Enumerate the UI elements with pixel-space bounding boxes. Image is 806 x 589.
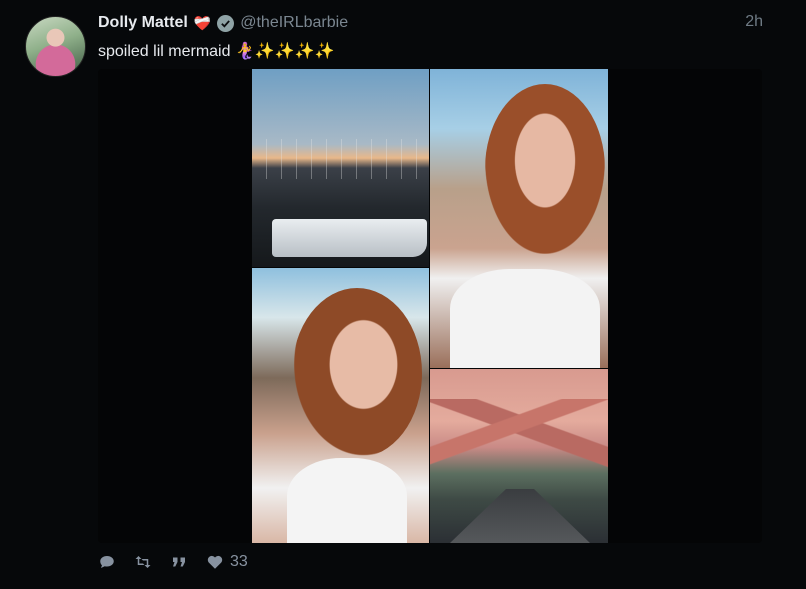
mountain xyxy=(430,399,608,469)
white-dress xyxy=(450,269,600,368)
post-header: Dolly Mattel ❤️‍🩹 @theIRLbarbie xyxy=(98,12,348,34)
avatar[interactable] xyxy=(25,16,86,77)
boat-masts xyxy=(252,139,429,179)
repost-icon xyxy=(135,556,151,568)
white-dress xyxy=(287,458,407,543)
post-text: spoiled lil mermaid 🧜‍♀️✨✨✨✨ xyxy=(98,43,335,60)
display-name[interactable]: Dolly Mattel xyxy=(98,14,188,32)
highway xyxy=(450,489,590,543)
like-count: 33 xyxy=(230,553,248,570)
quote-button[interactable] xyxy=(170,553,188,571)
action-bar: 33 xyxy=(98,553,248,571)
boat xyxy=(272,219,427,257)
user-handle[interactable]: @theIRLbarbie xyxy=(240,14,348,32)
media-grid xyxy=(252,69,608,543)
heart-icon xyxy=(207,555,223,569)
repost-button[interactable] xyxy=(134,553,152,571)
marina-boats-photo[interactable] xyxy=(252,69,429,267)
face-hair xyxy=(292,288,422,458)
mountain-highway-photo[interactable] xyxy=(430,369,608,543)
post: Dolly Mattel ❤️‍🩹 @theIRLbarbie 2h spoil… xyxy=(0,0,806,589)
speech-bubble-icon xyxy=(100,556,114,568)
face-hair xyxy=(485,84,605,254)
like-button[interactable]: 33 xyxy=(206,553,248,571)
selfie-with-drink-photo[interactable] xyxy=(430,69,608,368)
verified-badge-icon xyxy=(217,14,235,32)
post-time[interactable]: 2h xyxy=(745,13,763,31)
reply-button[interactable] xyxy=(98,553,116,571)
selfie-with-oyster-photo[interactable] xyxy=(252,268,429,543)
name-emoji: ❤️‍🩹 xyxy=(193,14,212,31)
quote-icon xyxy=(173,557,185,567)
